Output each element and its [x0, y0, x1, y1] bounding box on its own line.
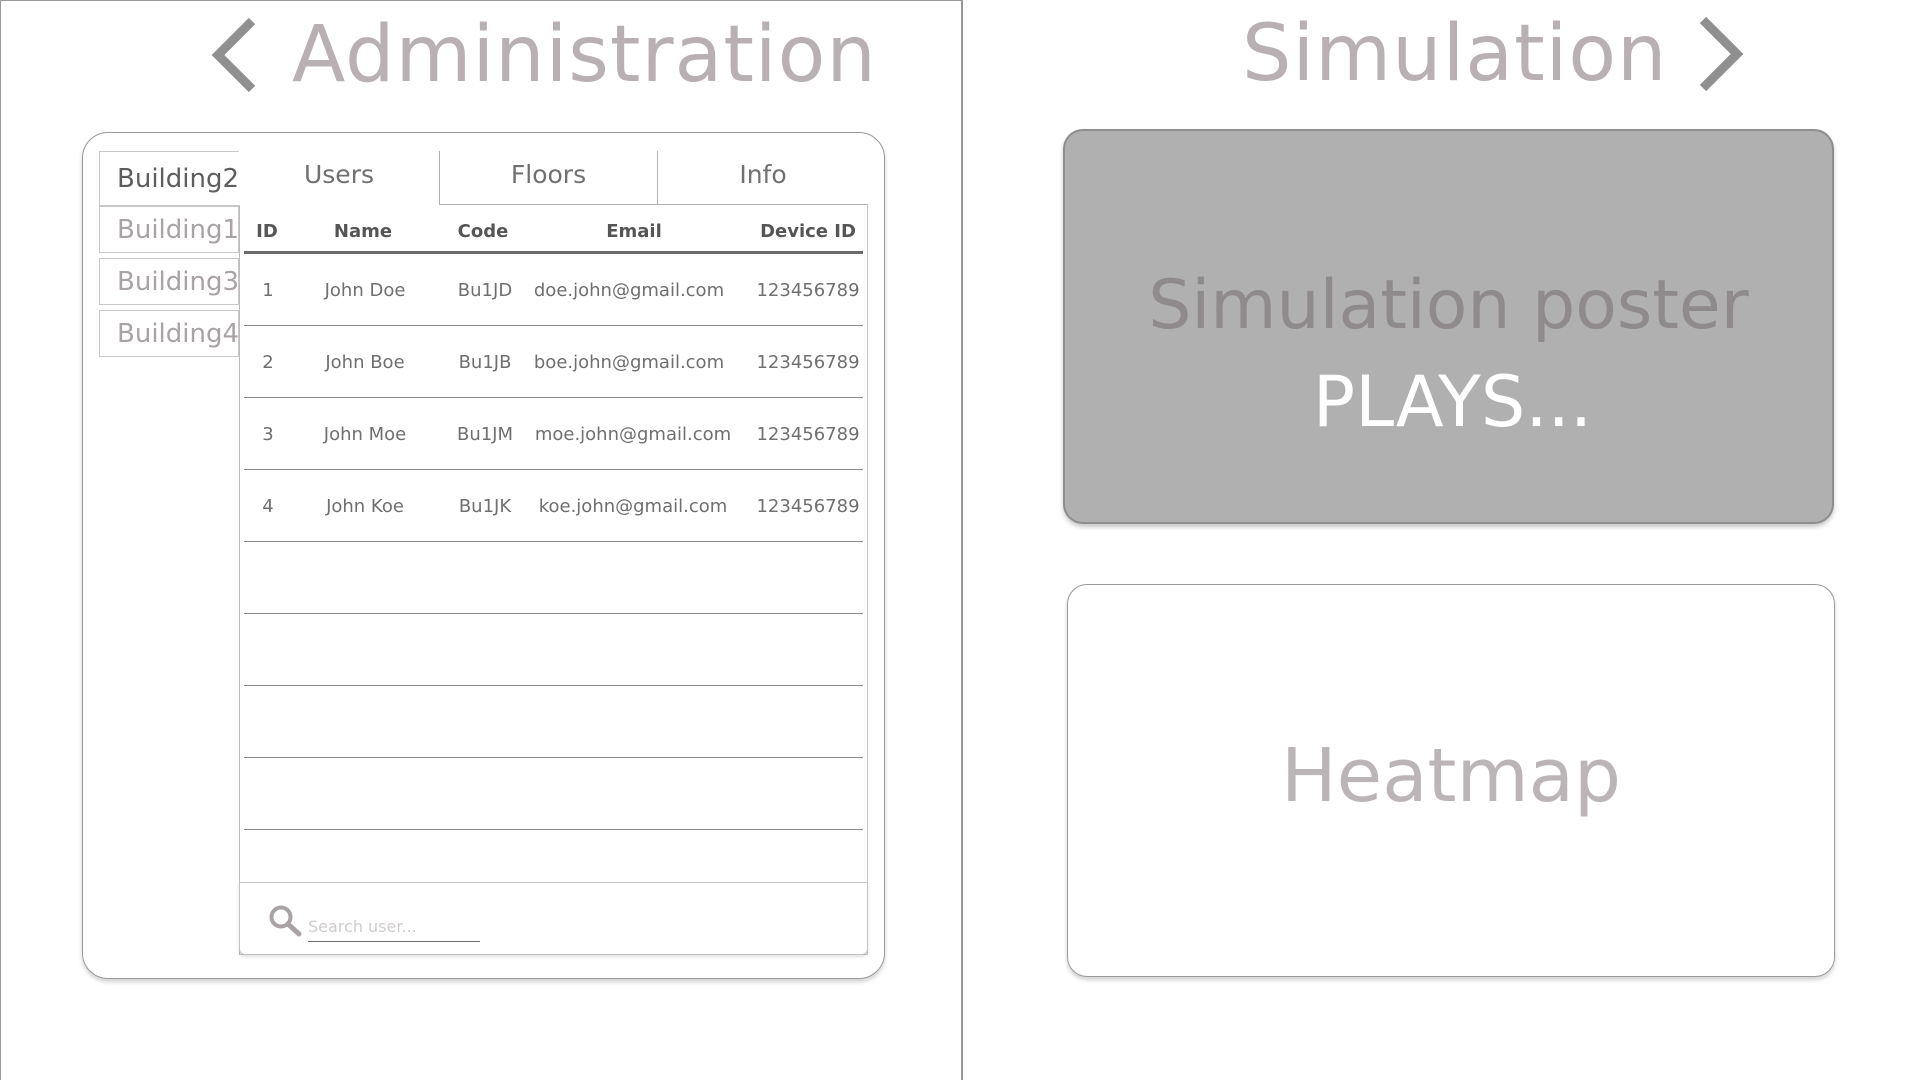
table-row[interactable]: 1 John Doe Bu1JD doe.john@gmail.com 1234… [244, 254, 863, 326]
table-row-empty [244, 758, 863, 830]
column-header-id: ID [256, 221, 278, 242]
cell-device-id: 123456789 [756, 424, 860, 445]
cell-name: John Koe [326, 496, 404, 517]
cell-name: John Boe [325, 352, 405, 373]
cell-email: boe.john@gmail.com [533, 352, 725, 373]
building-tab-active[interactable]: Building2 [99, 151, 239, 206]
column-header-email: Email [606, 221, 662, 242]
cell-email: moe.john@gmail.com [534, 424, 732, 445]
building-tab-1[interactable]: Building1 [99, 206, 239, 253]
cell-email: koe.john@gmail.com [538, 496, 728, 517]
heatmap-card[interactable]: Heatmap [1067, 584, 1835, 977]
building-tab-4[interactable]: Building4 [99, 310, 239, 357]
administration-header: Administration [208, 7, 877, 103]
table-row-empty [244, 614, 863, 686]
administration-title: Administration [292, 10, 877, 100]
cell-id: 2 [262, 352, 274, 373]
column-header-code: Code [457, 221, 509, 242]
cell-email: doe.john@gmail.com [533, 280, 725, 301]
cell-id: 4 [262, 496, 274, 517]
table-row[interactable]: 3 John Moe Bu1JM moe.john@gmail.com 1234… [244, 398, 863, 470]
chevron-left-icon[interactable] [208, 15, 262, 95]
table-row-empty [244, 686, 863, 758]
simulation-header: Simulation [1242, 6, 1745, 102]
cell-code: Bu1JB [458, 352, 512, 373]
column-header-name: Name [333, 221, 393, 242]
administration-pane: Administration Building2 Building1 Build… [0, 0, 963, 1080]
cell-code: Bu1JD [457, 280, 513, 301]
simulation-poster-status: PLAYS... [1312, 361, 1593, 443]
cell-name: John Moe [323, 424, 407, 445]
cell-device-id: 123456789 [756, 352, 860, 373]
search-icon[interactable] [268, 904, 304, 938]
table-row[interactable]: 4 John Koe Bu1JK koe.john@gmail.com 1234… [244, 470, 863, 542]
tab-floors[interactable]: Floors [439, 151, 657, 205]
simulation-poster-title: Simulation poster [1148, 266, 1749, 345]
simulation-poster-card[interactable]: Simulation poster PLAYS... [1063, 129, 1834, 524]
column-header-device-id: Device ID [760, 221, 856, 242]
cell-id: 3 [262, 424, 274, 445]
cell-code: Bu1JK [458, 496, 512, 517]
building-tab-3[interactable]: Building3 [99, 258, 239, 305]
table-row-empty [244, 542, 863, 614]
cell-code: Bu1JM [456, 424, 514, 445]
chevron-right-icon[interactable] [1695, 14, 1745, 94]
cell-device-id: 123456789 [756, 280, 860, 301]
cell-id: 1 [262, 280, 274, 301]
search-bar [239, 882, 868, 955]
tab-users[interactable]: Users [239, 151, 439, 205]
heatmap-label: Heatmap [1281, 733, 1621, 819]
search-user-input[interactable] [308, 905, 480, 942]
cell-device-id: 123456789 [756, 496, 860, 517]
cell-name: John Doe [324, 280, 406, 301]
simulation-title: Simulation [1242, 9, 1668, 99]
tab-info[interactable]: Info [657, 151, 868, 205]
table-row[interactable]: 2 John Boe Bu1JB boe.john@gmail.com 1234… [244, 326, 863, 398]
